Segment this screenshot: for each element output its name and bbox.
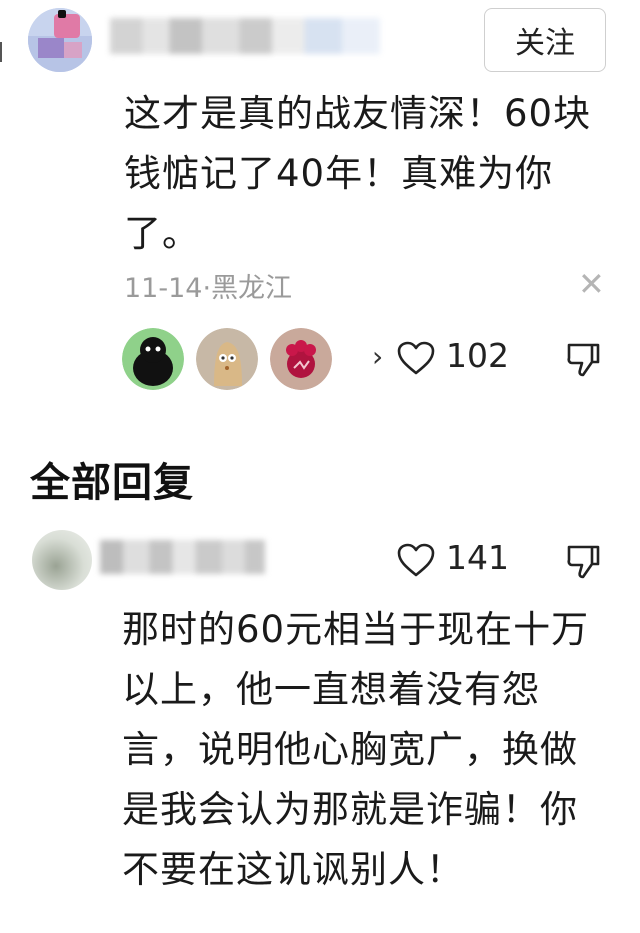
follow-button[interactable]: 关注 bbox=[484, 8, 606, 72]
replier-name-blurred[interactable] bbox=[100, 540, 265, 574]
reactor-avatar-2[interactable] bbox=[196, 328, 258, 390]
reply-like-count: 141 bbox=[446, 538, 509, 577]
commenter-avatar[interactable] bbox=[28, 8, 92, 72]
thumb-down-icon[interactable] bbox=[564, 542, 602, 584]
comment-meta: 11-14·黑龙江 bbox=[124, 266, 292, 305]
heart-icon[interactable] bbox=[396, 542, 436, 582]
reactor-avatar-3[interactable] bbox=[270, 328, 332, 390]
meta-separator: · bbox=[202, 273, 212, 304]
like-count: 102 bbox=[446, 336, 509, 375]
close-icon[interactable]: ✕ bbox=[578, 266, 605, 302]
more-reactions-chevron[interactable]: › bbox=[372, 340, 383, 373]
heart-icon[interactable] bbox=[396, 340, 436, 380]
commenter-name-blurred[interactable] bbox=[110, 18, 380, 54]
reactor-avatar-1[interactable] bbox=[122, 328, 184, 390]
replier-avatar[interactable] bbox=[32, 530, 92, 590]
comment-date: 11-14 bbox=[124, 273, 203, 304]
comment-location: 黑龙江 bbox=[211, 273, 293, 304]
thumb-down-icon[interactable] bbox=[564, 340, 602, 382]
all-replies-title: 全部回复 bbox=[30, 460, 194, 506]
reply-text: 那时的60元相当于现在十万以上，他一直想着没有怨言，说明他心胸宽广，换做是我会认… bbox=[122, 608, 590, 891]
comment-text: 这才是真的战友情深！60块钱惦记了40年！真难为你了。 bbox=[124, 92, 592, 255]
edge-mark bbox=[0, 42, 2, 62]
